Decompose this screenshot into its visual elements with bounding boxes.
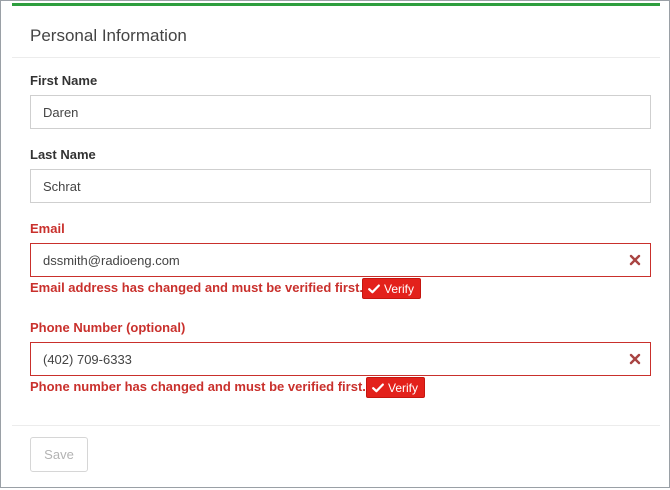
panel-heading: Personal Information [12,6,660,58]
times-icon[interactable] [629,353,641,365]
last-name-label: Last Name [30,147,96,162]
email-field-box [30,243,651,277]
first-name-input[interactable] [43,96,613,128]
phone-field-box [30,342,651,376]
window-frame: Personal Information First Name Last Nam… [0,0,670,488]
phone-label: Phone Number (optional) [30,320,186,335]
save-button[interactable]: Save [30,437,88,472]
panel-footer: Save [12,425,660,490]
last-name-input[interactable] [43,170,613,202]
personal-info-panel: Personal Information First Name Last Nam… [12,3,660,487]
email-input[interactable] [43,244,613,276]
first-name-field-box [30,95,651,129]
check-icon [368,284,380,293]
verify-email-button[interactable]: Verify [362,278,422,299]
phone-input[interactable] [43,343,613,375]
phone-error-message: Phone number has changed and must be ver… [30,379,366,394]
first-name-label: First Name [30,73,98,88]
check-icon [372,383,384,392]
email-error-message: Email address has changed and must be ve… [30,280,364,295]
panel-title: Personal Information [30,26,187,45]
last-name-field-box [30,169,651,203]
times-icon[interactable] [629,254,641,266]
verify-email-label: Verify [384,281,415,296]
email-label: Email [30,221,65,236]
verify-phone-button[interactable]: Verify [366,377,426,398]
verify-phone-label: Verify [388,380,419,395]
